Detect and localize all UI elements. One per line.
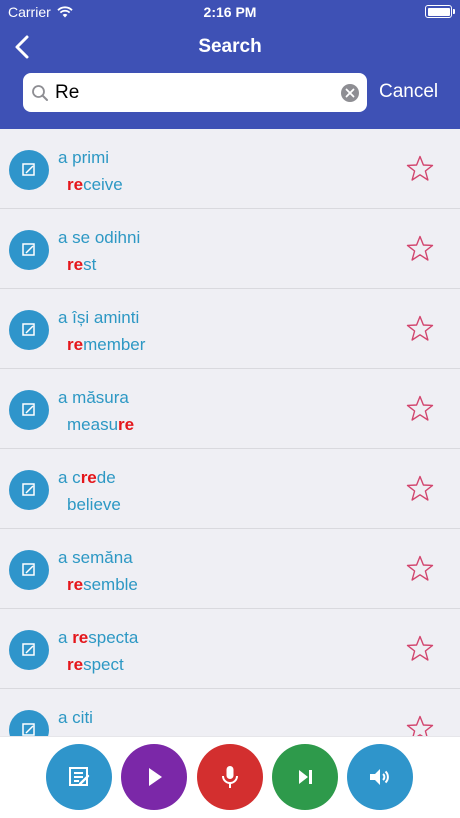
clear-icon[interactable] <box>341 84 359 102</box>
word-text: a c <box>58 468 81 487</box>
flashcard-icon <box>9 710 49 736</box>
microphone-button[interactable] <box>197 744 263 810</box>
translation-text: st <box>83 255 97 274</box>
star-icon[interactable] <box>406 635 434 662</box>
star-icon[interactable] <box>406 475 434 502</box>
edit-note-icon <box>69 767 90 786</box>
result-row[interactable]: a semăna resemble <box>0 529 460 609</box>
result-row[interactable]: a citi <box>0 689 460 736</box>
match-highlight: re <box>72 628 89 647</box>
match-highlight: re <box>67 575 84 594</box>
translation-text: ceive <box>83 175 123 194</box>
result-row[interactable]: a își aminti remember <box>0 289 460 369</box>
result-row[interactable]: a crede believe <box>0 449 460 529</box>
speaker-icon <box>370 769 389 785</box>
skip-next-button[interactable] <box>272 744 338 810</box>
word-text: de <box>96 468 116 487</box>
search-input[interactable] <box>55 73 325 112</box>
flashcard-icon <box>9 150 49 190</box>
play-button[interactable] <box>121 744 187 810</box>
romanian-word: a respecta <box>58 628 138 648</box>
bottom-toolbar <box>0 736 460 818</box>
star-icon[interactable] <box>406 715 434 736</box>
result-row[interactable]: a primi receive <box>0 129 460 209</box>
english-translation: resemble <box>67 575 138 595</box>
microphone-icon <box>222 766 238 788</box>
romanian-word: a măsura <box>58 388 129 408</box>
flashcard-icon <box>9 470 49 510</box>
word-text: a își aminti <box>58 308 140 327</box>
play-icon <box>149 768 162 786</box>
header: Carrier 2:16 PM Search Cancel <box>0 0 460 129</box>
romanian-word: a se odihni <box>58 228 140 248</box>
flashcard-icon <box>9 230 49 270</box>
word-text: a se odihni <box>58 228 141 247</box>
word-text: a citi <box>58 708 93 727</box>
english-translation: believe <box>67 495 121 515</box>
word-text: a <box>58 628 73 647</box>
star-icon[interactable] <box>406 555 434 582</box>
match-highlight: re <box>118 415 135 434</box>
result-row[interactable]: a măsura measure <box>0 369 460 449</box>
romanian-word: a semăna <box>58 548 133 568</box>
word-text: a măsura <box>58 388 129 407</box>
results-list: a primi receive a se odihni rest a își amint… <box>0 129 460 736</box>
match-highlight: re <box>80 468 97 487</box>
word-text: specta <box>88 628 139 647</box>
star-icon[interactable] <box>406 395 434 422</box>
edit-note-button[interactable] <box>46 744 112 810</box>
english-translation: rest <box>67 255 96 275</box>
translation-text: spect <box>83 655 124 674</box>
flashcard-icon <box>9 310 49 350</box>
status-bar: Carrier 2:16 PM <box>0 0 460 24</box>
flashcard-icon <box>9 550 49 590</box>
search-icon <box>32 85 48 101</box>
english-translation: respect <box>67 655 124 675</box>
page-title: Search <box>198 36 262 57</box>
result-row[interactable]: a se odihni rest <box>0 209 460 289</box>
english-translation: receive <box>67 175 123 195</box>
star-icon[interactable] <box>406 235 434 262</box>
translation-text: member <box>83 335 146 354</box>
match-highlight: re <box>67 655 84 674</box>
word-text: a semăna <box>58 548 133 567</box>
word-text: a primi <box>58 148 110 167</box>
match-highlight: re <box>67 175 84 194</box>
star-icon[interactable] <box>406 155 434 182</box>
star-icon[interactable] <box>406 315 434 342</box>
flashcard-icon <box>9 630 49 670</box>
result-row[interactable]: a respecta respect <box>0 609 460 689</box>
romanian-word: a crede <box>58 468 116 488</box>
nav-bar: Search <box>0 24 460 70</box>
search-field[interactable] <box>23 73 367 112</box>
translation-text: believe <box>67 495 121 514</box>
english-translation: measure <box>67 415 134 435</box>
flashcard-icon <box>9 390 49 430</box>
speaker-button[interactable] <box>347 744 413 810</box>
battery-icon <box>425 5 455 18</box>
skip-next-icon <box>299 770 312 784</box>
romanian-word: a își aminti <box>58 308 139 328</box>
romanian-word: a citi <box>58 708 93 728</box>
english-translation: remember <box>67 335 145 355</box>
romanian-word: a primi <box>58 148 109 168</box>
translation-text: measu <box>67 415 119 434</box>
cancel-button[interactable]: Cancel <box>379 81 438 103</box>
match-highlight: re <box>67 335 84 354</box>
match-highlight: re <box>67 255 84 274</box>
status-time: 2:16 PM <box>203 4 257 20</box>
translation-text: semble <box>83 575 138 594</box>
